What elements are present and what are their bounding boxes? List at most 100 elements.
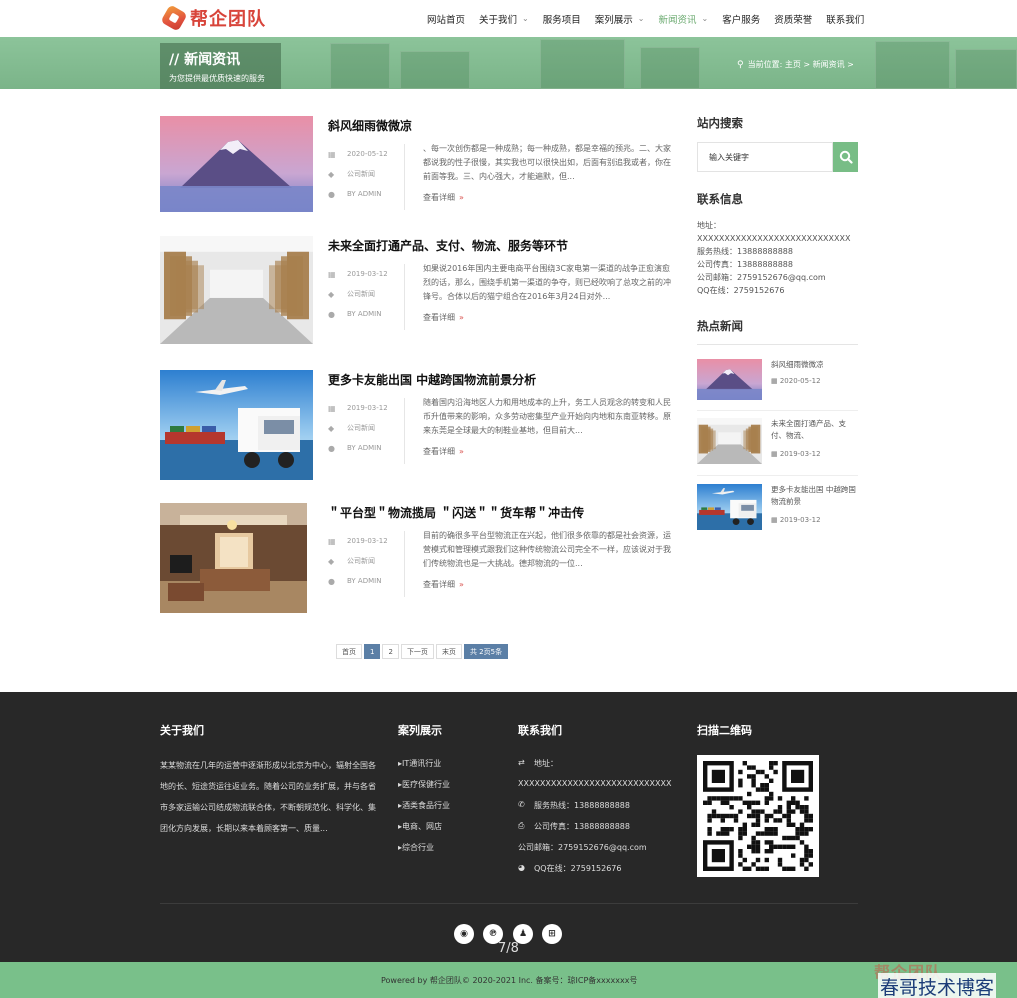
hot-news-item[interactable]: 未来全面打通产品、支付、物流、 ▦ 2019-03-12 <box>697 418 858 470</box>
footer-about-text: 某某物流在几年的运营中逐渐形成以北京为中心，辐射全国各地的长、短途货运往返业务。… <box>160 761 376 833</box>
footer-case-link[interactable]: ▸综合行业 <box>398 842 450 863</box>
chevron-down-icon: ⌄ <box>522 14 529 23</box>
double-chevron-right-icon: » <box>459 193 464 202</box>
page-subtitle: 为您提供最优质快速的服务 <box>169 74 265 83</box>
footer-contact-text: QQ在线：2759152676 <box>534 864 622 873</box>
double-chevron-right-icon: » <box>459 580 464 589</box>
article-category[interactable]: 公司新闻 <box>347 423 375 433</box>
article-title[interactable]: 未来全面打通产品、支付、物流、服务等环节 <box>328 237 568 254</box>
contact-line: QQ在线：2759152676 <box>697 286 785 295</box>
qr-code <box>697 755 819 877</box>
divider <box>697 344 858 345</box>
read-more-link[interactable]: 查看详细 » <box>423 579 464 590</box>
hot-news-date-text: 2020-05-12 <box>779 377 821 385</box>
footer-contact-title: 联系我们 <box>518 724 562 737</box>
nav-item[interactable]: 联系我们 <box>826 12 864 26</box>
contact-icon: ⎙ <box>518 821 525 830</box>
article-thumbnail[interactable] <box>160 503 307 613</box>
nav-item[interactable]: 网站首页 <box>427 12 465 26</box>
calendar-icon: ▦ <box>771 450 780 458</box>
read-more-link[interactable]: 查看详细 » <box>423 446 464 457</box>
banner-box-graphic <box>400 51 470 89</box>
search-section-title: 站内搜索 <box>697 116 743 130</box>
contact-line: 服务热线：13888888888 <box>697 247 793 256</box>
banner-title-block: // 新闻资讯 为您提供最优质快速的服务 <box>160 43 281 89</box>
logo-icon <box>160 4 188 32</box>
contact-line: 地址： <box>697 221 721 230</box>
hot-news-date: ▦ 2020-05-12 <box>771 377 821 385</box>
hot-news-thumbnail[interactable] <box>697 484 762 530</box>
page-link[interactable]: 1 <box>364 644 381 659</box>
nav-item[interactable]: 客户服务 <box>722 12 760 26</box>
site-logo[interactable]: 帮企团队 <box>160 4 266 32</box>
page-link[interactable]: 下一页 <box>400 644 434 659</box>
nav-item[interactable]: 服务项目 <box>543 12 581 26</box>
article-meta: ▦ 2019-03-12 ◆ 公司新闻 ● BY ADMIN <box>328 264 408 324</box>
read-more-link[interactable]: 查看详细 » <box>423 312 464 323</box>
nav-item[interactable]: 资质荣誉 <box>774 12 812 26</box>
article-thumbnail[interactable] <box>160 116 313 212</box>
article-author: BY ADMIN <box>347 444 382 452</box>
divider <box>404 144 405 210</box>
article-category[interactable]: 公司新闻 <box>347 289 375 299</box>
article-date: 2020-05-12 <box>347 150 388 158</box>
search-button[interactable] <box>833 142 858 172</box>
calendar-icon: ▦ <box>328 269 336 279</box>
page-link[interactable]: 2 <box>382 644 399 659</box>
article-date: 2019-03-12 <box>347 537 388 545</box>
watermark-text: 春哥技术博客 <box>878 973 997 998</box>
hot-news-title[interactable]: 更多卡友能出国 中越跨国物流前景 <box>771 484 858 508</box>
footer-contact-text: 地址： <box>534 759 558 768</box>
calendar-icon: ▦ <box>328 536 336 546</box>
footer-contact-line: 公司邮箱：2759152676@qq.com <box>518 842 671 863</box>
article-category[interactable]: 公司新闻 <box>347 556 375 566</box>
nav-item[interactable]: 新闻资讯 ⌄ <box>658 12 708 26</box>
nav-item[interactable]: 关于我们 ⌄ <box>479 12 529 26</box>
hot-news-title[interactable]: 未来全面打通产品、支付、物流、 <box>771 418 858 442</box>
chevron-down-icon: ⌄ <box>637 14 645 23</box>
article-excerpt: 随着国内沿海地区人力和用地成本的上升，务工人员观念的转变和人民币升值带来的影响，… <box>423 398 671 435</box>
footer-case-link[interactable]: ▸医疗保健行业 <box>398 779 450 800</box>
footer-cases-title: 案列展示 <box>398 724 442 737</box>
nav-item[interactable]: 案列展示 ⌄ <box>595 12 645 26</box>
article-title[interactable]: 更多卡友能出国 中越跨国物流前景分析 <box>328 371 536 388</box>
hot-news-title[interactable]: 斜风细雨微微凉 <box>771 359 858 371</box>
site-header: 帮企团队 网站首页 关于我们 ⌄ 服务项目 案列展示 ⌄ 新闻资讯 ⌄ 客户服务 资质荣誉 联系我们 <box>0 0 1017 37</box>
article-thumbnail[interactable] <box>160 370 313 480</box>
article-author: BY ADMIN <box>347 577 382 585</box>
search-input[interactable] <box>697 142 833 172</box>
article-thumbnail[interactable] <box>160 236 313 344</box>
read-more-link[interactable]: 查看详细 » <box>423 192 464 203</box>
location-pin-icon: ⚲ <box>737 59 744 70</box>
nav-item-label: 案列展示 <box>594 14 633 26</box>
footer-case-link[interactable]: ▸IT通讯行业 <box>398 758 450 779</box>
footer-contact-text: XXXXXXXXXXXXXXXXXXXXXXXXXXXX <box>518 779 672 788</box>
breadcrumb: ⚲ 当前位置: 主页 > 新闻资讯 > <box>737 59 854 70</box>
footer-contact-list: ⇄ 地址： XXXXXXXXXXXXXXXXXXXXXXXXXXXX ✆ 服务热线：13… <box>518 758 671 884</box>
footer-case-link[interactable]: ▸酒类食品行业 <box>398 800 450 821</box>
page: 帮企团队 网站首页 关于我们 ⌄ 服务项目 案列展示 ⌄ 新闻资讯 ⌄ 客户服务 资质荣誉 联系我们… <box>0 0 1017 998</box>
article-excerpt: 如果说2016年国内主要电商平台围绕3C家电第一渠道的战争正愈演愈烈的话，那么，… <box>423 264 671 301</box>
hot-news-thumbnail[interactable] <box>697 418 762 464</box>
cart-icon[interactable]: ⊞ <box>542 924 562 944</box>
article-title[interactable]: ＂平台型＂物流揽局 ＂闪送＂＂货车帮＂冲击传 <box>328 504 584 521</box>
footer-contact-text: 公司邮箱：2759152676@qq.com <box>518 843 647 852</box>
hot-news-item[interactable]: 更多卡友能出国 中越跨国物流前景 ▦ 2019-03-12 <box>697 484 858 536</box>
hot-news-date: ▦ 2019-03-12 <box>771 450 821 458</box>
footer-case-label: 医疗保健行业 <box>402 780 451 789</box>
hot-news-item[interactable]: 斜风细雨微微凉 ▦ 2020-05-12 <box>697 359 858 411</box>
hot-news-thumbnail[interactable] <box>697 359 762 400</box>
breadcrumb-text[interactable]: 当前位置: 主页 > 新闻资讯 > <box>748 59 854 70</box>
article-title[interactable]: 斜风细雨微微凉 <box>328 117 412 134</box>
footer-contact-line: ◕ QQ在线：2759152676 <box>518 863 671 884</box>
page-link[interactable]: 首页 <box>336 644 362 659</box>
read-more-label: 查看详细 <box>423 313 455 322</box>
weibo-icon[interactable]: ◉ <box>454 924 474 944</box>
nav-item-label: 服务项目 <box>542 14 581 26</box>
footer-case-link[interactable]: ▸电商、网店 <box>398 821 450 842</box>
read-more-label: 查看详细 <box>423 447 455 456</box>
article-category[interactable]: 公司新闻 <box>347 169 375 179</box>
article-author: BY ADMIN <box>347 310 382 318</box>
page-link[interactable]: 末页 <box>435 644 462 659</box>
footer-case-label: IT通讯行业 <box>402 759 442 768</box>
